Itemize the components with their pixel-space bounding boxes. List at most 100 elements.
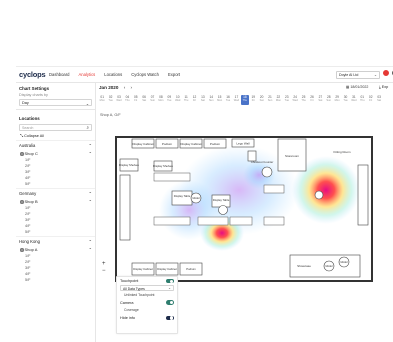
day-cell[interactable]: 12 Fri <box>190 95 198 105</box>
day-cell[interactable]: 01 Thu <box>358 95 366 105</box>
day-cell[interactable]: 14 Sun <box>207 95 215 105</box>
day-cell[interactable]: 13 Sat <box>199 95 207 105</box>
floorplan-label-podium: Podium <box>162 142 173 146</box>
day-cell[interactable]: 08 Mon <box>157 95 165 105</box>
day-weekday: Mon <box>99 99 105 102</box>
day-cell[interactable]: 18 Thu <box>240 95 250 105</box>
day-cell[interactable]: 22 Mon <box>274 95 282 105</box>
location-floor[interactable]: 5/F <box>16 181 95 187</box>
day-cell[interactable]: 15 Mon <box>215 95 223 105</box>
shelf-unit <box>119 174 131 241</box>
day-cell[interactable]: 20 Sat <box>257 95 265 105</box>
day-weekday: Fri <box>134 99 138 102</box>
nav-export[interactable]: Export <box>168 72 180 77</box>
day-cell[interactable]: 02 Tue <box>106 95 114 105</box>
day-cell[interactable]: 02 Fri <box>367 95 375 105</box>
top-nav: cyclops Dashboard Analytics Locations Cy… <box>16 67 393 83</box>
nav-dashboard[interactable]: Dashboard <box>49 72 70 77</box>
location-shop[interactable]: Shop A ⌃ <box>16 246 95 253</box>
day-cell[interactable]: 21 Sun <box>266 95 274 105</box>
zoom-controls: + − <box>102 261 106 275</box>
floorplan-label-cabinet: Display Cabinet <box>157 267 177 271</box>
chevron-left-icon[interactable]: ‹ <box>124 85 126 90</box>
floorplan-label-showcase: Showcase <box>297 264 311 268</box>
day-cell[interactable]: 17 Wed <box>232 95 240 105</box>
day-cell[interactable]: 24 Wed <box>291 95 299 105</box>
day-cell[interactable]: 23 Tue <box>283 95 291 105</box>
floorplan-label-model: Model <box>340 260 347 264</box>
day-weekday: Fri <box>369 99 373 102</box>
chevron-right-icon[interactable]: › <box>131 85 133 90</box>
locations-title: Locations <box>19 116 40 121</box>
day-weekday: Fri <box>251 99 255 102</box>
nav-locations[interactable]: Locations <box>104 72 122 77</box>
day-cell[interactable]: 26 Fri <box>308 95 316 105</box>
app-window: cyclops Dashboard Analytics Locations Cy… <box>16 66 393 342</box>
day-cell[interactable]: 03 Wed <box>115 95 123 105</box>
day-weekday: Tue <box>167 99 172 102</box>
location-floor[interactable]: 5/F <box>16 277 95 283</box>
day-cell[interactable]: 16 Tue <box>224 95 232 105</box>
day-cell[interactable]: 30 Tue <box>341 95 349 105</box>
logo[interactable]: cyclops <box>19 70 49 79</box>
floorplan-label-model: Model <box>325 264 332 268</box>
day-cell[interactable]: 29 Mon <box>333 95 341 105</box>
day-cell[interactable]: 05 Fri <box>132 95 140 105</box>
shop-radio-icon <box>20 248 24 252</box>
collapse-all-button[interactable]: ⤡ Collapse All <box>16 133 95 139</box>
day-cell[interactable]: 27 Sat <box>316 95 324 105</box>
touchpoint-toggle[interactable] <box>166 279 174 284</box>
day-weekday: Fri <box>310 99 314 102</box>
day-cell[interactable]: 03 Sat <box>375 95 383 105</box>
location-shop[interactable]: Shop B ⌃ <box>16 198 95 205</box>
unlinked-touchpoint-label: Unlinked Touchpoint <box>124 292 155 297</box>
hide-info-row: Hide info <box>117 314 177 322</box>
unlinked-touchpoint-checkbox[interactable]: Unlinked Touchpoint <box>117 291 177 298</box>
shop-label: Shop A <box>20 247 37 252</box>
location-search-input[interactable]: Search ⌕ <box>19 124 92 131</box>
day-cell[interactable]: 07 Sun <box>148 95 156 105</box>
day-cell[interactable]: 28 Sun <box>325 95 333 105</box>
zoom-out-button[interactable]: − <box>102 268 106 275</box>
camera-toggle[interactable] <box>166 300 174 305</box>
day-cell[interactable]: 04 Thu <box>123 95 131 105</box>
location-floor[interactable]: 5/F <box>16 229 95 235</box>
shop-radio-icon <box>20 152 24 156</box>
data-type-select[interactable]: All Data Types ⌄ <box>120 285 174 292</box>
month-selector[interactable]: Jan 2020 ‹ › <box>99 85 132 90</box>
location-shop[interactable]: Shop C ⌃ <box>16 150 95 157</box>
export-button[interactable]: ⤓ Exp <box>379 85 388 89</box>
zoom-in-button[interactable]: + <box>102 261 106 268</box>
date-range-value: 18/01/2022 <box>350 85 369 89</box>
day-cell[interactable]: 19 Fri <box>249 95 257 105</box>
day-cell[interactable]: 31 Wed <box>350 95 358 105</box>
day-cell[interactable]: 01 Mon <box>98 95 106 105</box>
day-weekday: Tue <box>225 99 231 102</box>
floorplan-label-table: Display Table <box>213 198 230 202</box>
date-range-picker[interactable]: ▦ 18/01/2022 <box>346 85 368 89</box>
chart-settings-title: Chart Settings <box>19 86 50 91</box>
nav-analytics[interactable]: Analytics <box>79 72 96 77</box>
day-cell[interactable]: 10 Wed <box>174 95 182 105</box>
coverage-checkbox[interactable]: Coverage <box>117 307 177 314</box>
day-cell[interactable]: 06 Sat <box>140 95 148 105</box>
location-country[interactable]: Germany ⌃ <box>16 188 95 198</box>
day-weekday: Thu <box>183 99 189 102</box>
nav-cyclops-watch[interactable]: Cyclops Watch <box>131 72 159 77</box>
day-cell[interactable]: 11 Thu <box>182 95 190 105</box>
day-cell[interactable]: 09 Tue <box>165 95 173 105</box>
day-weekday: Sat <box>142 99 147 102</box>
display-by-select[interactable]: Day ⌄ <box>19 99 92 106</box>
hide-info-toggle[interactable] <box>166 315 174 321</box>
floorplan-heatmap[interactable]: Display Cabinet Podium Display Cabinet P… <box>114 135 376 285</box>
store-select[interactable]: Doyle AI Ltd ⌄ <box>336 71 380 79</box>
notification-icon[interactable] <box>383 70 389 76</box>
location-country[interactable]: Hong Kong ⌃ <box>16 236 95 246</box>
day-cell[interactable]: 25 Thu <box>299 95 307 105</box>
display-by-value: Day <box>22 101 29 105</box>
hide-info-label: Hide info <box>120 315 135 320</box>
chevron-up-icon: ⌃ <box>88 247 92 252</box>
chevron-up-icon: ⌃ <box>88 191 92 196</box>
floorplan-label-cabinet: Display Cabinet <box>180 142 201 146</box>
location-country[interactable]: Australia ⌃ <box>16 140 95 150</box>
